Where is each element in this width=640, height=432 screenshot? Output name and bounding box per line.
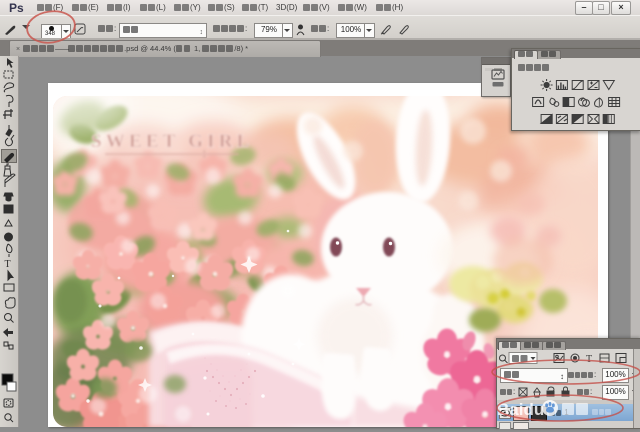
svg-text:T: T <box>5 259 11 270</box>
svg-text:T: T <box>586 354 592 365</box>
